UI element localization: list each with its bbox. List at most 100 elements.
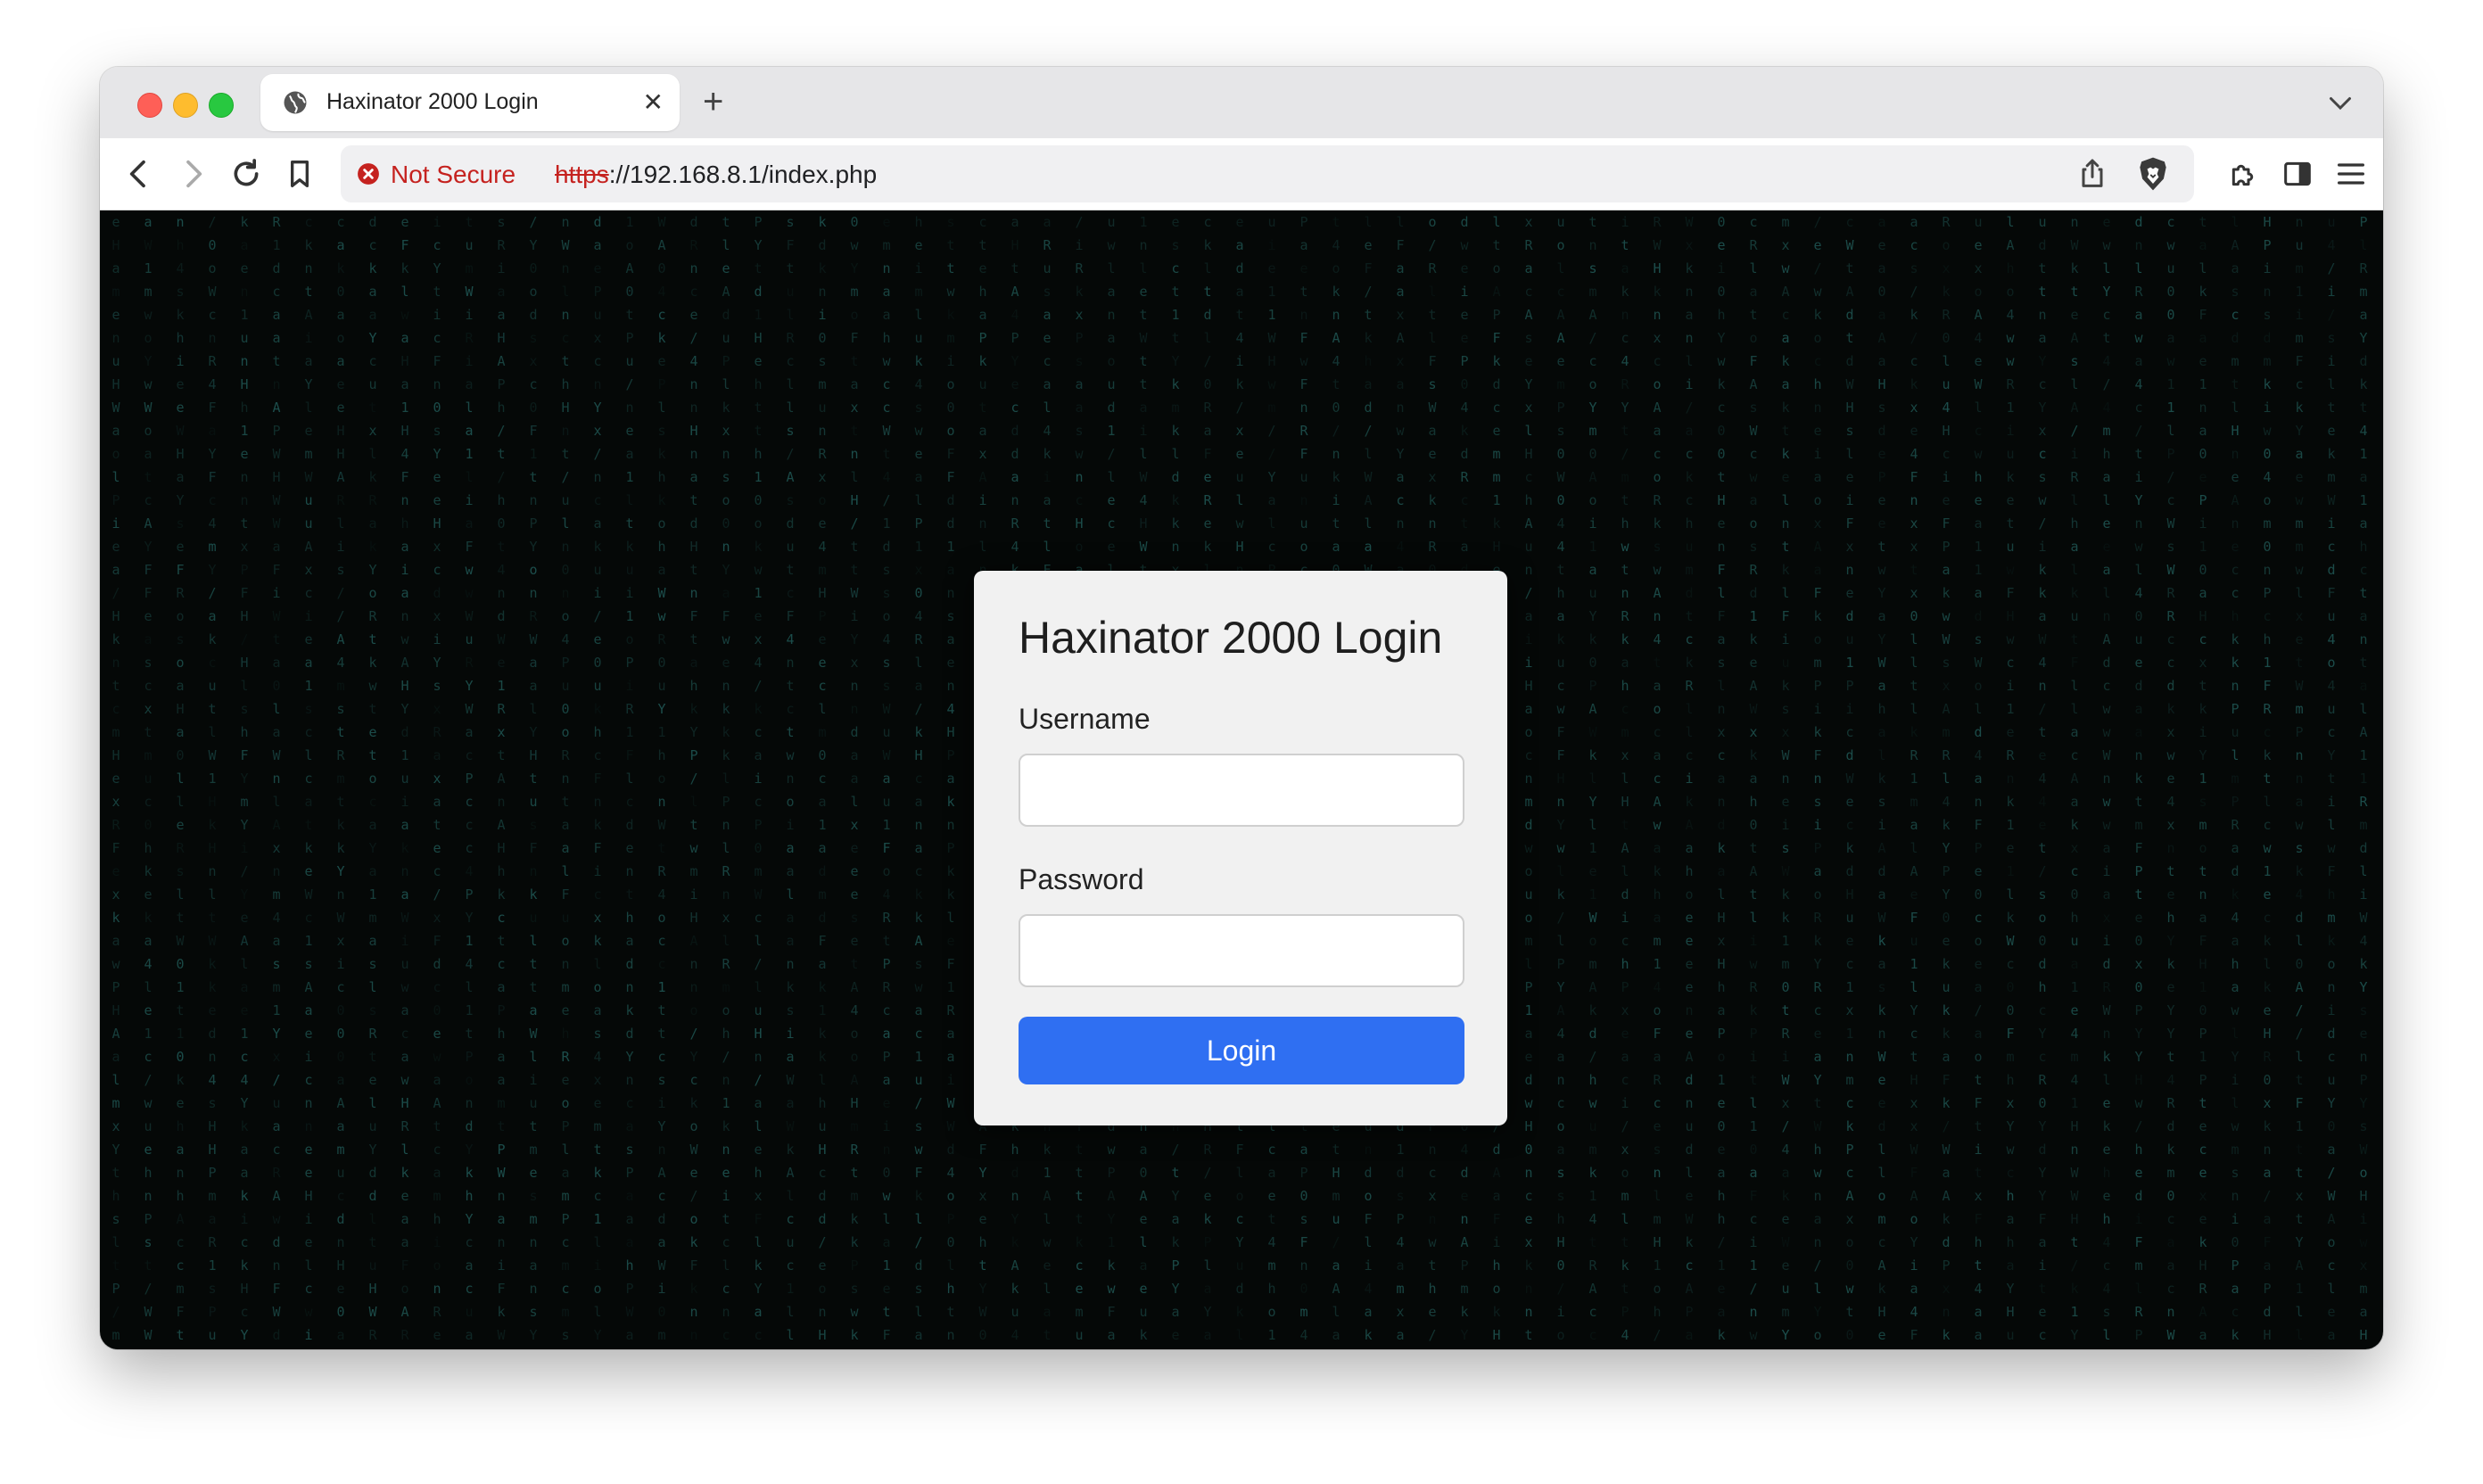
svg-text:e: e [433,840,441,856]
svg-text:n: n [400,863,408,879]
svg-text:a: a [497,1211,505,1227]
svg-text:w: w [1428,1234,1437,1250]
svg-text:k: k [754,539,762,555]
svg-text:a: a [1781,1165,1789,1181]
svg-text:c: c [304,214,312,230]
svg-text:P: P [1942,863,1950,879]
svg-text:x: x [850,400,858,416]
back-icon[interactable] [121,156,157,192]
svg-text:W: W [465,608,474,624]
svg-text:u: u [2327,701,2335,717]
svg-text:d: d [1524,1072,1532,1088]
svg-text:A: A [400,1304,408,1320]
forward-icon[interactable] [175,156,210,192]
svg-text:Y: Y [722,562,730,578]
address-bar[interactable]: Not Secure https://192.168.8.1/index.php [341,145,2194,202]
svg-text:H: H [1653,1234,1661,1250]
svg-text:c: c [593,886,601,903]
svg-text:l: l [1139,260,1147,276]
svg-text:l: l [1043,1281,1051,1297]
svg-text:A: A [786,469,794,485]
bookmark-icon[interactable] [282,156,318,192]
svg-text:A: A [1332,1281,1340,1297]
svg-text:0: 0 [1556,446,1564,462]
svg-text:1: 1 [1492,492,1500,508]
reload-icon[interactable] [228,156,264,192]
svg-text:a: a [304,353,312,369]
svg-text:k: k [1781,446,1789,462]
tab-close-icon[interactable]: ✕ [643,87,664,119]
svg-text:w: w [882,353,891,369]
svg-text:c: c [754,910,762,926]
svg-text:R: R [368,1026,377,1042]
svg-text:t: t [1043,1327,1051,1343]
sidebar-icon[interactable] [2280,156,2315,192]
svg-text:e: e [1717,237,1725,253]
svg-text:W: W [2166,562,2175,578]
svg-text:n: n [1011,492,1019,508]
svg-text:o: o [882,863,890,879]
svg-text:0: 0 [818,747,826,763]
svg-text:e: e [561,1072,569,1088]
svg-text:s: s [1588,260,1596,276]
window-maximize-button[interactable] [209,93,234,118]
svg-text:h: h [2102,446,2110,462]
menu-icon[interactable] [2333,156,2369,192]
svg-text:k: k [2198,284,2207,300]
svg-text:w: w [1107,1281,1116,1297]
svg-text:i: i [2038,1257,2046,1274]
browser-tab[interactable]: Haxinator 2000 Login ✕ [260,74,680,131]
svg-text:c: c [465,1234,473,1250]
svg-text:t: t [657,1026,665,1042]
svg-text:P: P [1621,1304,1629,1320]
svg-text:n: n [786,956,794,972]
svg-text:k: k [1011,1281,1019,1297]
svg-text:P: P [497,1002,505,1018]
extensions-icon[interactable] [2226,156,2262,192]
svg-text:a: a [1203,1281,1211,1297]
username-input[interactable] [1019,754,1464,827]
svg-text:P: P [754,214,762,230]
svg-text:h: h [1974,1234,1982,1250]
not-secure-label[interactable]: Not Secure [391,161,516,189]
share-icon[interactable] [2075,156,2110,192]
svg-text:k: k [1813,724,1821,740]
svg-text:c: c [2102,1257,2110,1274]
new-tab-button[interactable]: + [703,79,723,124]
window-minimize-button[interactable] [173,93,198,118]
svg-text:F: F [2263,1234,2271,1250]
svg-text:w: w [1621,539,1629,555]
svg-text:c: c [144,678,152,694]
svg-text:n: n [593,469,601,485]
svg-text:x: x [2070,840,2078,856]
svg-text:h: h [2006,1234,2014,1250]
brave-shield-icon[interactable] [2133,154,2173,194]
svg-text:Y: Y [240,1095,248,1111]
svg-text:1: 1 [1267,284,1275,300]
svg-text:e: e [561,1002,569,1018]
svg-text:a: a [2295,446,2303,462]
svg-text:a: a [1332,539,1340,555]
svg-text:W: W [1845,237,1854,253]
password-input[interactable] [1019,914,1464,987]
window-close-button[interactable] [137,93,162,118]
svg-text:w: w [2166,353,2175,369]
svg-text:0: 0 [2263,1072,2271,1088]
url-text[interactable]: https://192.168.8.1/index.php [555,161,877,189]
svg-text:H: H [2070,1118,2078,1134]
svg-text:Y: Y [689,724,697,740]
svg-text:e: e [2198,469,2207,485]
svg-text:o: o [176,655,184,671]
svg-text:c: c [433,863,441,879]
svg-text:a: a [465,1257,473,1274]
svg-text:t: t [433,817,441,833]
login-button[interactable]: Login [1019,1017,1464,1084]
svg-text:h: h [1588,1072,1596,1088]
svg-text:h: h [144,1165,152,1181]
svg-text:u: u [1107,214,1115,230]
svg-text:a: a [1974,1304,1982,1320]
tab-list-chevron-icon[interactable] [2324,87,2356,119]
svg-text:R: R [914,631,923,647]
svg-text:k: k [2263,747,2271,763]
svg-text:c: c [1845,817,1853,833]
